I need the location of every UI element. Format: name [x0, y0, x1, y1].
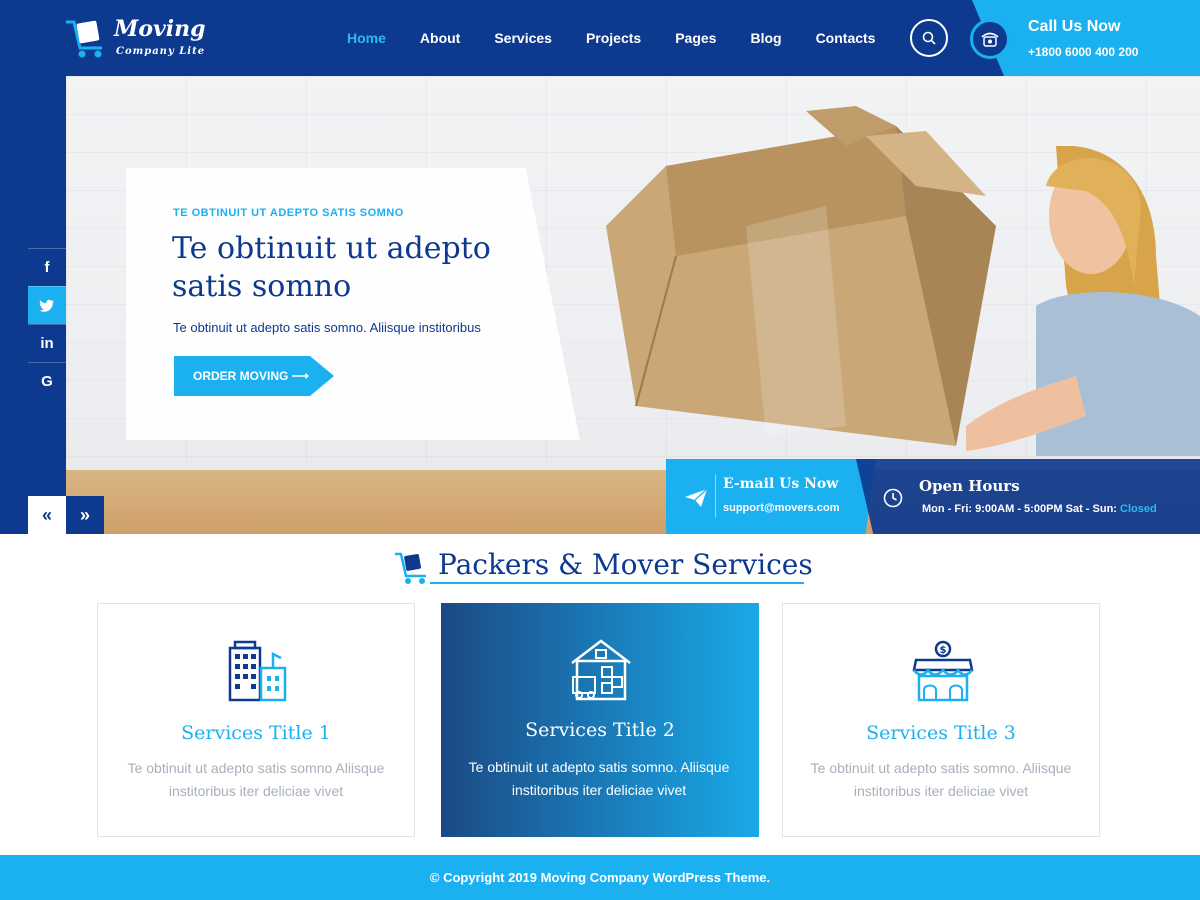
- nav-contacts[interactable]: Contacts: [816, 30, 876, 46]
- slider-next-button[interactable]: »: [66, 496, 104, 534]
- copyright-text: © Copyright 2019 Moving Company WordPres…: [429, 870, 771, 885]
- phone-icon: [981, 32, 999, 47]
- google-label: G: [41, 373, 53, 390]
- open-hours-closed: Closed: [1120, 503, 1157, 515]
- office-building-icon: [228, 640, 287, 702]
- paper-plane-icon: [685, 488, 708, 507]
- phone-button[interactable]: [970, 19, 1010, 59]
- facebook-label: f: [44, 259, 50, 276]
- main-nav: Home About Services Projects Pages Blog …: [330, 0, 892, 76]
- service-card-3[interactable]: $ Services Title 3 Te obtinuit ut adepto…: [782, 603, 1100, 837]
- nav-blog[interactable]: Blog: [750, 30, 781, 46]
- twitter-bird-glyph: [39, 299, 54, 312]
- slider-prev-button[interactable]: «: [28, 496, 66, 534]
- call-us-number[interactable]: +1800 6000 400 200: [1028, 45, 1138, 59]
- nav-about[interactable]: About: [420, 30, 460, 46]
- cart-icon: [395, 552, 426, 584]
- linkedin-icon[interactable]: in: [28, 324, 66, 362]
- site-logo[interactable]: Moving Company Lite: [64, 14, 214, 64]
- open-hours-box: [856, 459, 1200, 534]
- email-us-address[interactable]: support@movers.com: [723, 502, 839, 514]
- service-card-2[interactable]: Services Title 2 Te obtinuit ut adepto s…: [441, 603, 759, 837]
- open-hours-title: Open Hours: [919, 477, 1020, 495]
- nav-services[interactable]: Services: [494, 30, 552, 46]
- search-button[interactable]: [910, 19, 948, 57]
- service-text-3: Te obtinuit ut adepto satis somno. Aliis…: [810, 760, 1072, 799]
- cart-icon: [66, 20, 102, 58]
- services-title-underline: [430, 582, 804, 584]
- order-moving-button[interactable]: ORDER MOVING ⟶: [174, 356, 334, 396]
- service-text-2: Te obtinuit ut adepto satis somno. Aliis…: [468, 759, 730, 798]
- service-text-1: Te obtinuit ut adepto satis somno Aliisq…: [127, 760, 385, 799]
- nav-pages[interactable]: Pages: [675, 30, 716, 46]
- nav-home[interactable]: Home: [347, 30, 386, 46]
- open-hours-schedule: Mon - Fri: 9:00AM - 5:00PM Sat - Sun:: [922, 503, 1121, 515]
- hero-title: Te obtinuit ut adepto satis somno: [172, 231, 491, 304]
- services-heading: Packers & Mover Services: [394, 544, 814, 586]
- open-hours-text: Mon - Fri: 9:00AM - 5:00PM Sat - Sun: Cl…: [922, 503, 1157, 515]
- hero-kicker: TE OBTINUIT UT ADEPTO SATIS SOMNO: [173, 207, 404, 219]
- hero-slider: TE OBTINUIT UT ADEPTO SATIS SOMNO Te obt…: [66, 76, 1200, 534]
- service-card-1[interactable]: Services Title 1 Te obtinuit ut adepto s…: [97, 603, 415, 837]
- storefront-icon: $: [912, 640, 974, 702]
- svg-text:$: $: [940, 645, 947, 656]
- email-us-title: E-mail Us Now: [723, 476, 839, 492]
- warehouse-truck-icon: [571, 639, 631, 701]
- twitter-icon[interactable]: t: [28, 286, 66, 324]
- call-us-title: Call Us Now: [1028, 18, 1121, 35]
- service-title-3: Services Title 3: [866, 722, 1016, 744]
- logo-subtitle: Company Lite: [116, 46, 206, 57]
- hero-text: Te obtinuit ut adepto satis somno. Aliis…: [173, 320, 481, 335]
- google-icon[interactable]: G: [28, 362, 66, 400]
- service-title-2: Services Title 2: [525, 719, 675, 741]
- logo-title: Moving: [114, 16, 206, 42]
- woman-photo: [966, 146, 1200, 456]
- facebook-icon[interactable]: f: [28, 248, 66, 286]
- nav-projects[interactable]: Projects: [586, 30, 641, 46]
- service-title-1: Services Title 1: [181, 722, 331, 744]
- linkedin-label: in: [40, 335, 54, 352]
- clock-icon: [883, 488, 903, 508]
- site-header: Moving Company Lite Home About Services …: [0, 0, 1200, 76]
- email-divider: [715, 474, 716, 518]
- services-title: Packers & Mover Services: [438, 548, 813, 581]
- site-footer: © Copyright 2019 Moving Company WordPres…: [0, 855, 1200, 900]
- search-icon: [922, 31, 936, 45]
